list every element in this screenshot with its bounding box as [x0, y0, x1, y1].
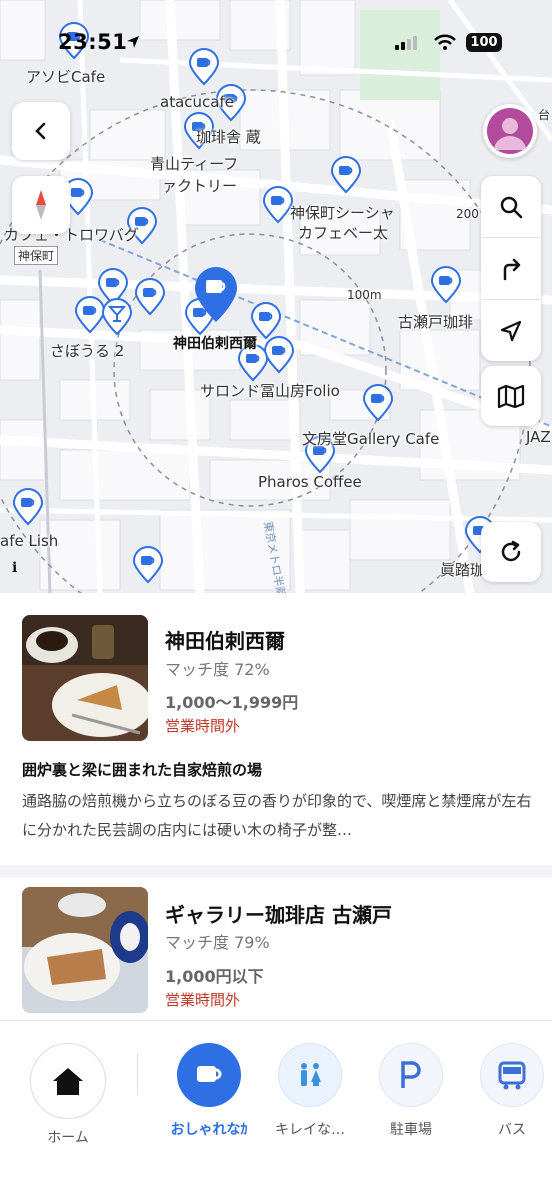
- status-time: 23:51: [58, 30, 128, 54]
- compass-icon: [36, 190, 46, 220]
- map-label: 文房堂Gallery Cafe: [302, 430, 440, 448]
- map-label: ァクトリー: [162, 177, 238, 195]
- selected-map-label: 神田伯剌西爾: [173, 336, 257, 352]
- distance-label: 200: [456, 207, 479, 221]
- nav-label: キレイな…: [275, 1122, 345, 1138]
- nav-parking-circle: [379, 1043, 443, 1107]
- map-tools: [481, 176, 541, 361]
- map-info-icon[interactable]: i: [12, 560, 30, 578]
- map-label: 青山ティーフ: [150, 155, 239, 173]
- nav-cafe-circle: [177, 1043, 241, 1107]
- cafe-description: 通路脇の焙煎機から立ちのぼる豆の香りが印象的で、喫煙席と禁煙席が左右に分かれた民…: [22, 792, 532, 839]
- parking-icon: [401, 1061, 421, 1088]
- match-score: マッチ度 72%: [165, 660, 270, 679]
- avatar: [487, 108, 533, 154]
- profile-button[interactable]: [483, 104, 537, 158]
- current-location-button[interactable]: [481, 300, 541, 361]
- nav-label: おしゃれなｶ: [170, 1122, 248, 1138]
- map-label: 珈琲舎 蔵: [196, 128, 261, 146]
- wifi-icon: [434, 34, 456, 50]
- map-label: Pharos Coffee: [258, 473, 362, 491]
- cafe-pin[interactable]: [330, 156, 362, 194]
- distance-label: 100m: [347, 288, 382, 302]
- map-label: 神保町シーシャ: [290, 204, 395, 222]
- battery-indicator: 100: [466, 33, 502, 52]
- nav-parking[interactable]: 駐車場: [371, 1043, 451, 1139]
- status-bar: 23:51 100: [0, 30, 552, 60]
- map-label: afe Lish: [0, 532, 59, 550]
- nav-divider: [137, 1053, 138, 1095]
- open-status: 営業時間外: [165, 991, 241, 1009]
- map-label: atacucafe: [160, 93, 234, 111]
- search-button[interactable]: [481, 176, 541, 238]
- route-button[interactable]: [481, 238, 541, 300]
- coffee-cup-icon: [197, 1066, 222, 1082]
- open-status: 営業時間外: [165, 717, 241, 735]
- restroom-icon: [301, 1063, 321, 1086]
- compass-button[interactable]: [12, 176, 70, 234]
- map-label: さぼうる 2: [50, 342, 125, 360]
- navigation-arrow-icon: [500, 320, 522, 341]
- nav-home-circle: [30, 1043, 106, 1119]
- location-arrow-icon: [127, 36, 139, 48]
- map-label: サロンド冨山房Folio: [200, 382, 340, 400]
- map-label: カフェベー太: [298, 224, 389, 242]
- turn-right-icon: [503, 258, 521, 280]
- refresh-icon: [501, 540, 521, 562]
- nav-label: ホーム: [47, 1130, 89, 1146]
- refresh-button[interactable]: [481, 522, 541, 582]
- price-range: 1,000円以下: [165, 967, 264, 986]
- map-label: 古瀬戸珈琲: [398, 313, 474, 331]
- chevron-left-icon: [35, 122, 46, 140]
- cafe-photo: [22, 887, 148, 1013]
- map-label: アソビCafe: [26, 68, 106, 86]
- cafe-headline: 囲炉裏と梁に囲まれた自家焙煎の場: [22, 761, 263, 779]
- back-button[interactable]: [12, 102, 70, 160]
- nav-home[interactable]: ホーム: [28, 1043, 108, 1147]
- map-label: JAZ: [526, 428, 551, 446]
- cafe-pin[interactable]: [430, 266, 462, 304]
- cafe-pin[interactable]: [132, 546, 164, 584]
- cafe-card[interactable]: 神田伯剌西爾 マッチ度 72% 1,000～1,999円 営業時間外 囲炉裏と梁…: [0, 593, 552, 865]
- nav-toilet-circle: [278, 1043, 342, 1107]
- map-view[interactable]: アソビCafe atacucafe 珈琲舎 蔵 青山ティーフ ァクトリー 神保町…: [0, 0, 552, 593]
- cafe-photo: [22, 615, 148, 741]
- nav-bus[interactable]: バス: [472, 1043, 552, 1139]
- map-label: 眞踏珈: [440, 561, 486, 579]
- nav-bus-circle: [480, 1043, 544, 1107]
- station-label: 神保町: [14, 246, 59, 265]
- map-layers-button[interactable]: [481, 366, 541, 426]
- cafe-pin[interactable]: [12, 488, 44, 526]
- nav-label: 駐車場: [390, 1122, 432, 1138]
- cafe-pin[interactable]: [134, 278, 166, 316]
- cafe-pin[interactable]: [362, 384, 394, 422]
- selected-cafe-pin[interactable]: [193, 266, 239, 324]
- map-label: 台: [538, 108, 551, 122]
- bottom-navigation: ホーム おしゃれなｶ キレイな… 駐車場 バス: [0, 1020, 552, 1201]
- home-icon: [53, 1068, 83, 1095]
- cafe-name: ギャラリー珈琲店 古瀬戸: [165, 903, 392, 927]
- price-range: 1,000～1,999円: [165, 693, 299, 712]
- nav-label: バス: [498, 1122, 526, 1138]
- user-icon: [494, 118, 526, 150]
- nav-cafe-selected[interactable]: おしゃれなｶ: [169, 1043, 249, 1139]
- cafe-card[interactable]: ギャラリー珈琲店 古瀬戸 マッチ度 79% 1,000円以下 営業時間外: [0, 865, 552, 1032]
- cafe-name: 神田伯剌西爾: [165, 629, 285, 653]
- cocktail-pin[interactable]: [101, 298, 133, 336]
- signal-icon: [395, 36, 417, 50]
- search-icon: [500, 196, 523, 218]
- nav-toilet[interactable]: キレイな…: [270, 1043, 350, 1139]
- match-score: マッチ度 79%: [165, 933, 270, 952]
- map-icon: [497, 384, 525, 408]
- bus-icon: [498, 1061, 526, 1090]
